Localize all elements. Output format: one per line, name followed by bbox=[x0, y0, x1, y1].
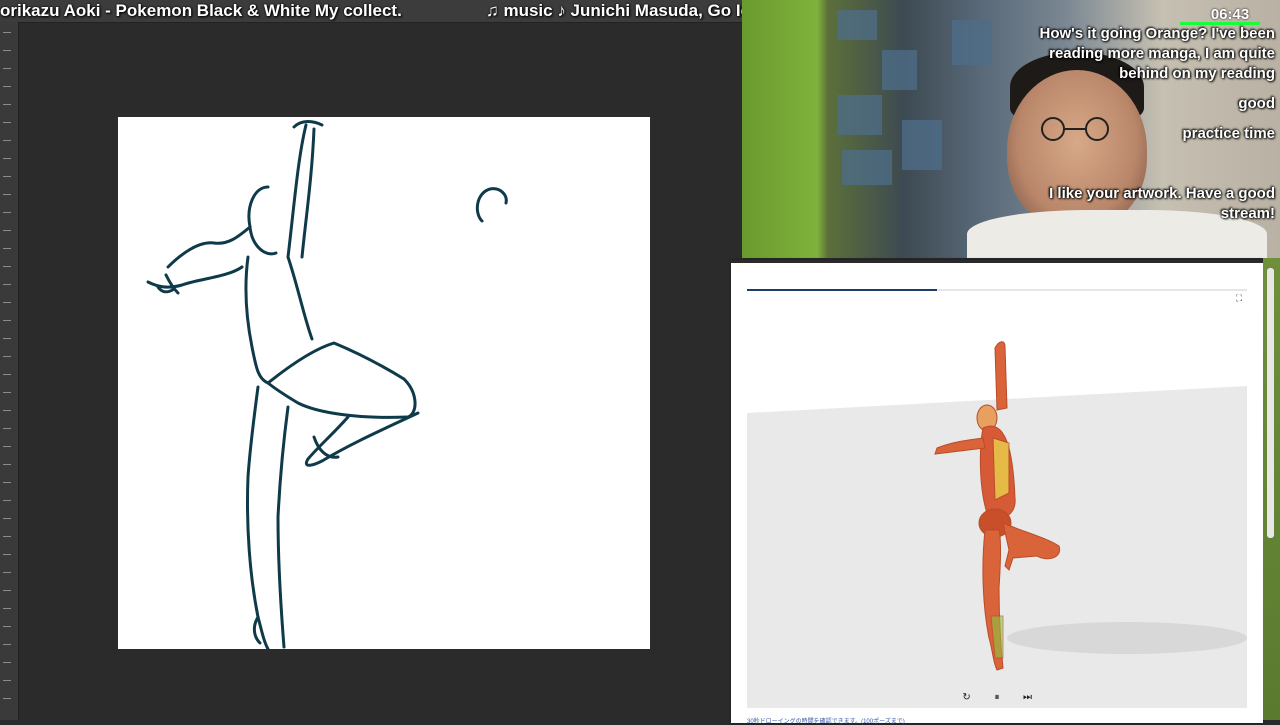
skip-icon[interactable]: ⏭ bbox=[1017, 690, 1037, 706]
wall-poster bbox=[837, 95, 882, 135]
ruler-tick bbox=[3, 518, 11, 519]
ruler-tick bbox=[3, 230, 11, 231]
ruler-tick bbox=[3, 590, 11, 591]
wall-poster bbox=[837, 10, 877, 40]
right-scrollbar[interactable] bbox=[1263, 258, 1280, 720]
pause-icon[interactable]: ⏸ bbox=[987, 690, 1007, 706]
chat-message: practice time bbox=[1182, 125, 1275, 142]
ruler-tick bbox=[3, 626, 11, 627]
pose-3d-viewport[interactable] bbox=[747, 318, 1247, 708]
song-title-ticker: orikazu Aoki - Pokemon Black & White My … bbox=[0, 1, 402, 20]
fullscreen-icon[interactable]: ⛶ bbox=[1234, 293, 1244, 303]
left-ruler bbox=[0, 22, 19, 720]
wall-poster bbox=[842, 150, 892, 185]
playback-controls: ↻ ⏸ ⏭ bbox=[731, 687, 1263, 703]
ruler-tick bbox=[3, 662, 11, 663]
ruler-tick bbox=[3, 500, 11, 501]
ruler-tick bbox=[3, 374, 11, 375]
ruler-tick bbox=[3, 428, 11, 429]
gesture-sketch bbox=[146, 120, 508, 649]
ruler-tick bbox=[3, 464, 11, 465]
ruler-tick bbox=[3, 266, 11, 267]
ruler-tick bbox=[3, 536, 11, 537]
restart-icon[interactable]: ↻ bbox=[957, 690, 977, 706]
scrollbar-thumb[interactable] bbox=[1267, 268, 1274, 538]
chat-message: good bbox=[1238, 95, 1275, 112]
timer-progress-fill bbox=[747, 289, 937, 291]
pose-reference-panel: ⛶ ↻ ⏸ ⏭ 30秒ドローイングの時間を確認できます。(100ポーズまで) bbox=[731, 260, 1263, 725]
chat-message: How's it going Orange? I've been reading… bbox=[1039, 25, 1276, 82]
ruler-tick bbox=[3, 446, 11, 447]
chat-message: I like your artwork. Have a good stream! bbox=[1049, 185, 1275, 222]
wall-poster bbox=[952, 20, 992, 65]
ruler-tick bbox=[3, 410, 11, 411]
ruler-tick bbox=[3, 392, 11, 393]
ruler-tick bbox=[3, 32, 11, 33]
ruler-tick bbox=[3, 284, 11, 285]
ruler-tick bbox=[3, 248, 11, 249]
ruler-tick bbox=[3, 194, 11, 195]
ruler-tick bbox=[3, 86, 11, 87]
ruler-tick bbox=[3, 212, 11, 213]
panel-footnote: 30秒ドローイングの時間を確認できます。(100ポーズまで) bbox=[747, 719, 905, 725]
ruler-tick bbox=[3, 356, 11, 357]
ruler-tick bbox=[3, 140, 11, 141]
ruler-tick bbox=[3, 176, 11, 177]
timer-progress bbox=[747, 289, 1247, 291]
wall-poster bbox=[902, 120, 942, 170]
ruler-tick bbox=[3, 104, 11, 105]
ruler-tick bbox=[3, 482, 11, 483]
drawing-app bbox=[0, 0, 742, 720]
ruler-tick bbox=[3, 572, 11, 573]
chat-overlay: How's it going Orange? I've been reading… bbox=[1025, 24, 1276, 234]
ruler-tick bbox=[3, 608, 11, 609]
ruler-tick bbox=[3, 158, 11, 159]
ruler-tick bbox=[3, 680, 11, 681]
drawing-canvas[interactable] bbox=[118, 117, 650, 649]
ruler-tick bbox=[3, 554, 11, 555]
ruler-tick bbox=[3, 68, 11, 69]
ruler-tick bbox=[3, 338, 11, 339]
pose-scene bbox=[747, 341, 1247, 708]
ruler-tick bbox=[3, 50, 11, 51]
ruler-tick bbox=[3, 302, 11, 303]
ruler-tick bbox=[3, 698, 11, 699]
wall-poster bbox=[882, 50, 917, 90]
ruler-tick bbox=[3, 122, 11, 123]
ruler-tick bbox=[3, 320, 11, 321]
ruler-tick bbox=[3, 644, 11, 645]
